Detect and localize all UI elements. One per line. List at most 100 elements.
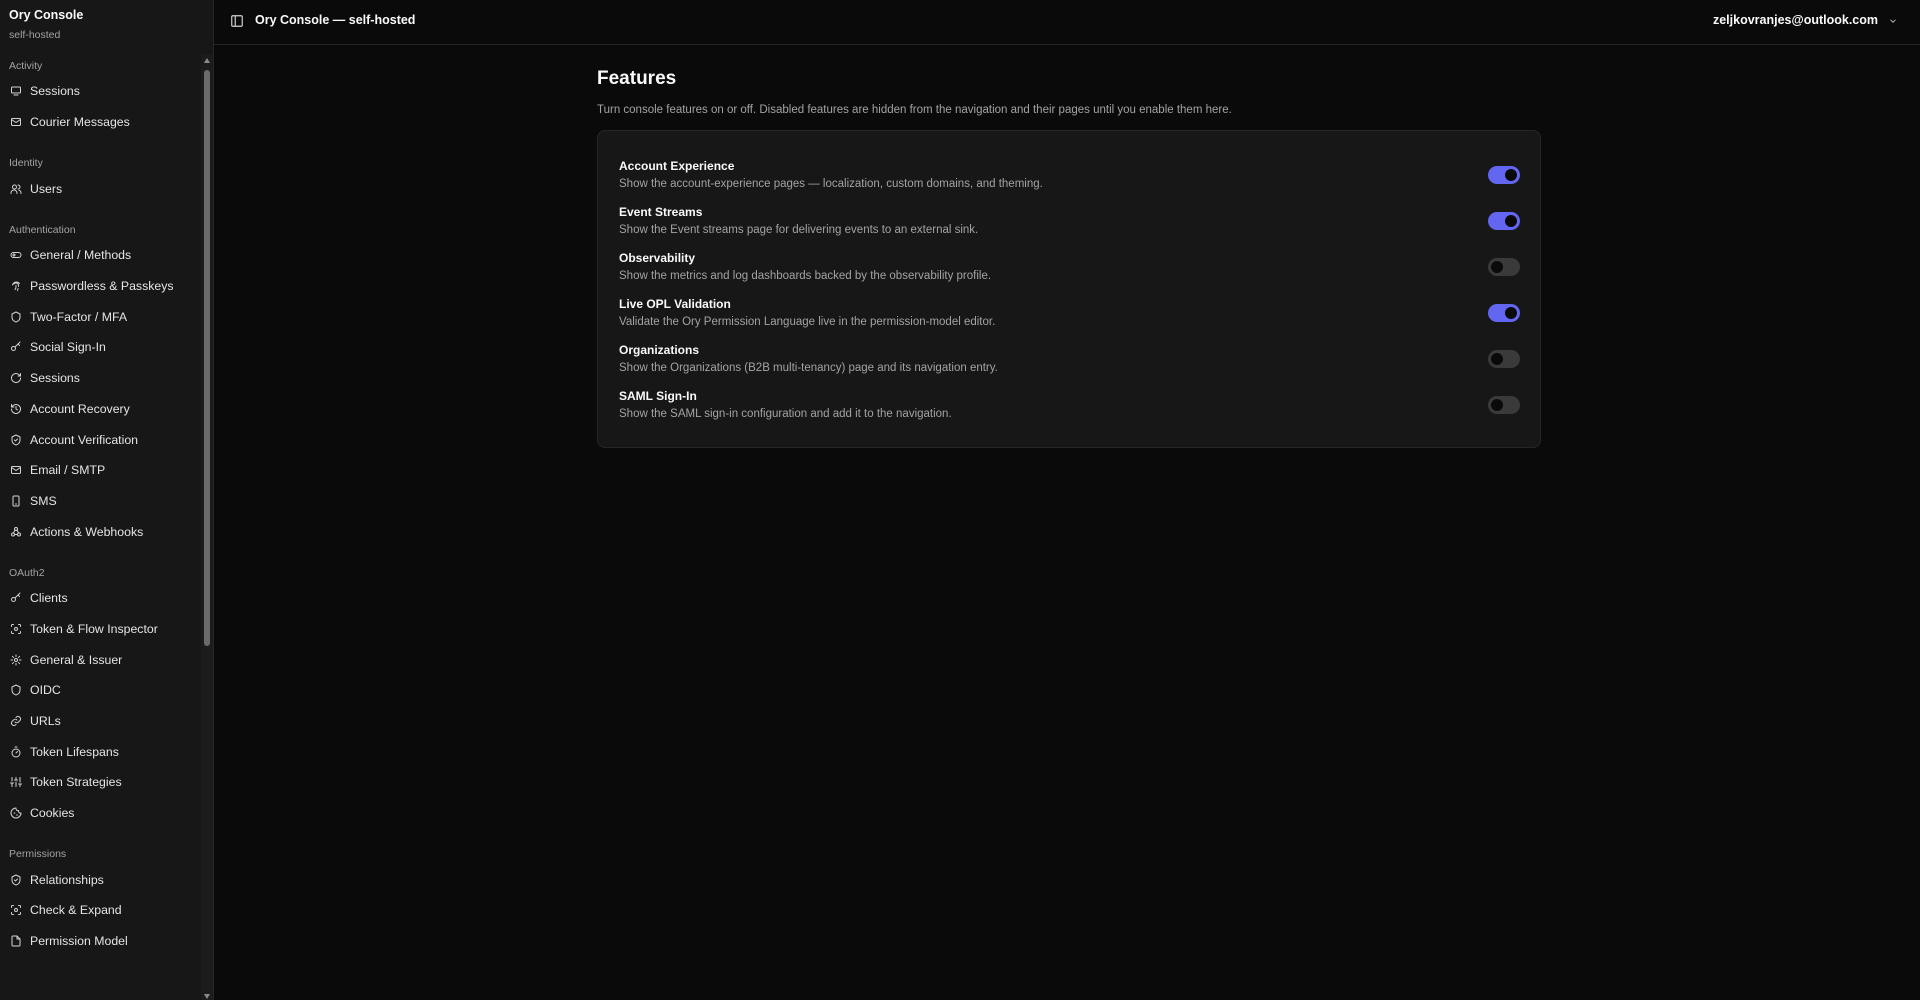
feature-description: Show the metrics and log dashboards back… (619, 270, 992, 282)
sidebar-item-permissions-check-expand[interactable]: Check & Expand (0, 895, 200, 926)
sidebar-item-oauth2-urls[interactable]: URLs (0, 706, 200, 737)
history-icon (10, 403, 22, 415)
sidebar-item-authentication-account-verification[interactable]: Account Verification (0, 424, 200, 455)
group-gap (0, 547, 200, 563)
sidebar-item-label: OIDC (30, 683, 61, 698)
sidebar-item-oauth2-general-issuer[interactable]: General & Issuer (0, 644, 200, 675)
user-menu[interactable]: zeljkovranjes@outlook.com (1713, 13, 1898, 27)
sidebar-item-oauth2-token-strategies[interactable]: Token Strategies (0, 767, 200, 798)
sidebar-item-label: Relationships (30, 872, 104, 887)
sidebar-item-authentication-social-sign-in[interactable]: Social Sign-In (0, 332, 200, 363)
feature-toggle-organizations[interactable] (1488, 350, 1520, 368)
feature-toggle-observability[interactable] (1488, 258, 1520, 276)
sidebar-item-authentication-actions-webhooks[interactable]: Actions & Webhooks (0, 516, 200, 547)
toggle-knob (1505, 307, 1517, 319)
group-gap (0, 828, 200, 844)
key-icon (10, 592, 22, 604)
features-card: Account Experience Show the account-exper… (597, 130, 1541, 448)
sidebar-item-label: URLs (30, 714, 61, 729)
sidebar-item-label: Social Sign-In (30, 340, 106, 355)
feature-toggle-saml-sign-in[interactable] (1488, 396, 1520, 414)
sidebar-item-label: Email / SMTP (30, 463, 106, 478)
shield-check-icon (10, 874, 22, 886)
sidebar-item-authentication-two-factor-mfa[interactable]: Two-Factor / MFA (0, 301, 200, 332)
mail-icon (10, 464, 22, 476)
sidebar-item-label: Token Lifespans (30, 744, 119, 759)
shield-icon (10, 311, 22, 323)
sidebar-group-activity: Activity (9, 60, 43, 72)
sidebar-item-activity-sessions[interactable]: Sessions (0, 76, 200, 107)
sidebar-item-permissions-relationships[interactable]: Relationships (0, 864, 200, 895)
sidebar-item-oauth2-oidc[interactable]: OIDC (0, 675, 200, 706)
sidebar-item-authentication-general-methods[interactable]: General / Methods (0, 240, 200, 271)
sidebar-item-oauth2-cookies[interactable]: Cookies (0, 798, 200, 829)
sidebar-item-label: Check & Expand (30, 903, 122, 918)
sidebar-item-label: SMS (30, 493, 57, 508)
scroll-thumb[interactable] (204, 70, 210, 646)
sidebar-item-oauth2-token-lifespans[interactable]: Token Lifespans (0, 736, 200, 767)
feature-row-live-opl-validation: Live OPL Validation Validate the Ory Perm… (598, 297, 1540, 343)
group-gap (0, 204, 200, 220)
sidebar-group-authentication: Authentication (9, 224, 76, 237)
group-gap (0, 137, 200, 153)
feature-toggle-account-experience[interactable] (1488, 166, 1520, 184)
sessions-icon (10, 85, 22, 97)
sidebar-item-label: Courier Messages (30, 115, 130, 130)
feature-title: Account Experience (619, 159, 735, 173)
feature-title: Event Streams (619, 205, 703, 219)
sidebar-item-label: General / Methods (30, 248, 132, 263)
feature-toggle-event-streams[interactable] (1488, 212, 1520, 230)
feature-description: Show the account-experience pages — loca… (619, 178, 1043, 190)
sidebar-item-label: Permission Model (30, 934, 128, 949)
sidebar-item-label: Sessions (30, 371, 80, 386)
sidebar-item-label: Account Verification (30, 432, 138, 447)
mail-icon (10, 116, 22, 128)
sidebar-item-oauth2-token-flow-inspector[interactable]: Token & Flow Inspector (0, 614, 200, 645)
feature-row-event-streams: Event Streams Show the Event streams page… (598, 205, 1540, 251)
header: Ory Console — self-hosted zeljkovranjes@… (214, 0, 1920, 45)
sidebar-item-authentication-passwordless-passkeys[interactable]: Passwordless & Passkeys (0, 271, 200, 302)
sidebar-item-permissions-permission-model[interactable]: Permission Model (0, 926, 200, 957)
toggle-knob (1505, 169, 1517, 181)
sidebar-item-identity-users[interactable]: Users (0, 173, 200, 204)
feature-title: SAML Sign-In (619, 389, 697, 403)
toggle-knob (1491, 353, 1503, 365)
refresh-icon (10, 372, 22, 384)
scroll-down-arrow[interactable] (204, 994, 210, 999)
timer-icon (10, 746, 22, 758)
sidebar-toggle-icon[interactable] (230, 14, 244, 28)
sidebar-nav: Activity Sessions Courier Messages Identity… (0, 56, 200, 957)
sidebar-item-authentication-account-recovery[interactable]: Account Recovery (0, 394, 200, 425)
sidebar: Ory Console self-hosted Activity Sessions… (0, 0, 214, 1000)
feature-description: Show the Organizations (B2B multi-tenanc… (619, 362, 998, 374)
sidebar-item-label: Two-Factor / MFA (30, 309, 128, 324)
feature-toggle-live-opl-validation[interactable] (1488, 304, 1520, 322)
key-icon (10, 341, 22, 353)
webhook-icon (10, 526, 22, 538)
sidebar-item-label: Cookies (30, 806, 75, 821)
sidebar-item-activity-courier-messages[interactable]: Courier Messages (0, 107, 200, 138)
sidebar-item-authentication-email-smtp[interactable]: Email / SMTP (0, 455, 200, 486)
toggle-knob (1491, 261, 1503, 273)
users-icon (10, 183, 22, 195)
sidebar-scrollbar[interactable] (201, 54, 213, 1000)
scroll-up-arrow[interactable] (204, 58, 210, 63)
header-title: Ory Console — self-hosted (255, 13, 416, 27)
feature-description: Show the Event streams page for deliveri… (619, 224, 979, 236)
file-icon (10, 935, 22, 947)
feature-row-organizations: Organizations Show the Organizations (B2B… (598, 343, 1540, 389)
sidebar-item-authentication-sms[interactable]: SMS (0, 486, 200, 517)
sidebar-item-label: Token & Flow Inspector (30, 621, 158, 636)
main-content: Features Turn console features on or off… (597, 68, 1541, 448)
sidebar-item-oauth2-clients[interactable]: Clients (0, 583, 200, 614)
sidebar-item-authentication-sessions[interactable]: Sessions (0, 363, 200, 394)
feature-title: Live OPL Validation (619, 297, 731, 311)
page-description: Turn console features on or off. Disable… (597, 104, 1232, 116)
sidebar-group-identity: Identity (9, 157, 43, 170)
feature-row-saml-sign-in: SAML Sign-In Show the SAML sign-in config… (598, 389, 1540, 435)
page-title: Features (597, 68, 677, 89)
sidebar-item-label: Account Recovery (30, 401, 130, 416)
sidebar-item-label: General & Issuer (30, 652, 123, 667)
scan-icon (10, 904, 22, 916)
gear-icon (10, 654, 22, 666)
